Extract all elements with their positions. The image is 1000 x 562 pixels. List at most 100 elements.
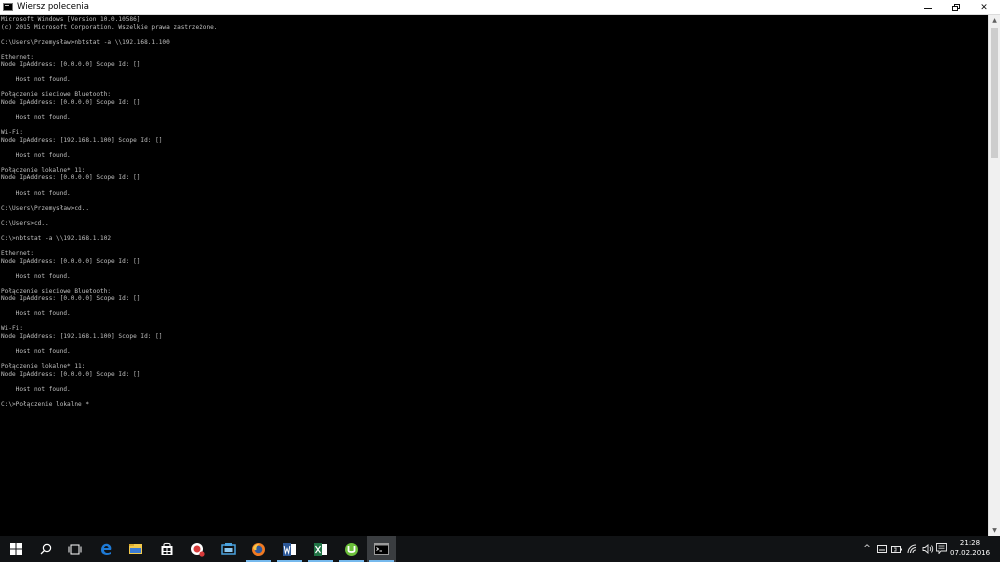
scroll-thumb[interactable] [991, 28, 998, 158]
console-line: Node IpAddress: [0.0.0.0] Scope Id: [] [1, 174, 141, 182]
start-button[interactable] [1, 536, 30, 562]
console-line: Połączenie sieciowe Bluetooth: [1, 91, 112, 99]
console-line: Microsoft Windows [Version 10.0.10586] [1, 16, 141, 23]
console-line: Wi-Fi: [1, 325, 24, 333]
console-line: Wi-Fi: [1, 129, 24, 137]
console-line: Host not found. [1, 348, 71, 356]
tray-volume-icon[interactable] [921, 536, 935, 562]
taskbar: ^ 21:28 07.02.2016 [0, 536, 1000, 562]
console-line: Node IpAddress: [192.168.1.100] Scope Id… [1, 332, 163, 340]
windows-logo-icon [9, 543, 22, 555]
console-line: (c) 2015 Microsoft Corporation. Wszelkie… [1, 23, 218, 31]
clock-time: 21:28 [959, 539, 981, 547]
console-line: Host not found. [1, 114, 71, 122]
app-icon [191, 542, 205, 557]
scroll-down-arrow-icon[interactable]: ▼ [989, 525, 1000, 536]
folder-icon [129, 544, 142, 554]
edge-button[interactable] [91, 536, 120, 562]
wifi-icon [907, 544, 917, 554]
title-bar[interactable]: Wiersz polecenia ✕ [0, 0, 1000, 15]
console-line: Node IpAddress: [0.0.0.0] Scope Id: [] [1, 61, 141, 69]
battery-plug-icon [891, 545, 902, 553]
excel-icon [314, 542, 327, 556]
console-lines: Microsoft Windows [Version 10.0.10586] (c… [0, 15, 988, 408]
minimize-button[interactable] [915, 0, 941, 15]
show-hidden-icons-chevron[interactable]: ^ [861, 536, 873, 562]
maximize-button[interactable] [943, 0, 969, 15]
cmd-icon [3, 3, 13, 11]
search-button[interactable] [31, 536, 60, 562]
task-view-icon [68, 544, 81, 554]
console-line: Node IpAddress: [0.0.0.0] Scope Id: [] [1, 370, 141, 378]
console-line: Node IpAddress: [192.168.1.100] Scope Id… [1, 136, 163, 144]
store-icon [161, 542, 172, 555]
console-line: Node IpAddress: [0.0.0.0] Scope Id: [] [1, 99, 141, 107]
console-line: C:\>Połączenie lokalne * [1, 400, 90, 408]
firefox-button[interactable] [244, 536, 273, 562]
close-icon: ✕ [980, 2, 988, 13]
close-button[interactable]: ✕ [971, 0, 997, 15]
utorrent-icon [345, 542, 358, 556]
tray-device-icon[interactable] [876, 536, 888, 562]
vertical-scrollbar[interactable]: ▲ ▼ [988, 15, 1000, 536]
console-line: Host not found. [1, 76, 71, 84]
console-line: Ethernet: [1, 249, 35, 257]
word-icon [283, 542, 296, 556]
device-icon [877, 545, 887, 553]
console-line: Host not found. [1, 189, 71, 197]
speaker-icon [922, 544, 934, 554]
task-view-button[interactable] [60, 536, 89, 562]
cmd-taskbar-button[interactable] [367, 536, 396, 562]
action-center-icon[interactable] [936, 543, 947, 554]
console-output[interactable]: Microsoft Windows [Version 10.0.10586] (c… [0, 15, 988, 536]
tray-battery-icon[interactable] [890, 536, 904, 562]
window-title: Wiersz polecenia [17, 2, 89, 12]
taskbar-clock[interactable]: 21:28 07.02.2016 [950, 538, 990, 558]
console-line: C:\Users\Przemysław>cd.. [1, 204, 90, 212]
file-explorer-button[interactable] [121, 536, 150, 562]
app-button-1[interactable] [183, 536, 212, 562]
restore-icon [952, 4, 960, 11]
console-line: Połączenie lokalne* 11: [1, 363, 86, 371]
console-line: Node IpAddress: [0.0.0.0] Scope Id: [] [1, 295, 141, 303]
firefox-icon [252, 542, 265, 556]
console-line: C:\Users\Przemysław>nbtstat -a \\192.168… [1, 38, 170, 46]
utorrent-button[interactable] [337, 536, 366, 562]
scroll-up-arrow-icon[interactable]: ▲ [989, 15, 1000, 26]
console-line: Node IpAddress: [0.0.0.0] Scope Id: [] [1, 257, 141, 265]
console-line: Host not found. [1, 385, 71, 393]
console-line: Połączenie sieciowe Bluetooth: [1, 287, 112, 295]
console-line: Host not found. [1, 272, 71, 280]
cmd-icon [374, 543, 389, 555]
console-line: Połączenie lokalne* 11: [1, 166, 86, 174]
edge-icon [100, 543, 111, 555]
store-button[interactable] [152, 536, 181, 562]
app-icon [221, 543, 236, 555]
console-line: C:\>nbtstat -a \\192.168.1.102 [1, 234, 112, 242]
word-button[interactable] [275, 536, 304, 562]
clock-date: 07.02.2016 [950, 549, 991, 557]
excel-button[interactable] [306, 536, 335, 562]
tray-network-icon[interactable] [906, 536, 920, 562]
app-button-2[interactable] [214, 536, 243, 562]
console-line: Host not found. [1, 310, 71, 318]
minimize-icon [924, 8, 932, 9]
